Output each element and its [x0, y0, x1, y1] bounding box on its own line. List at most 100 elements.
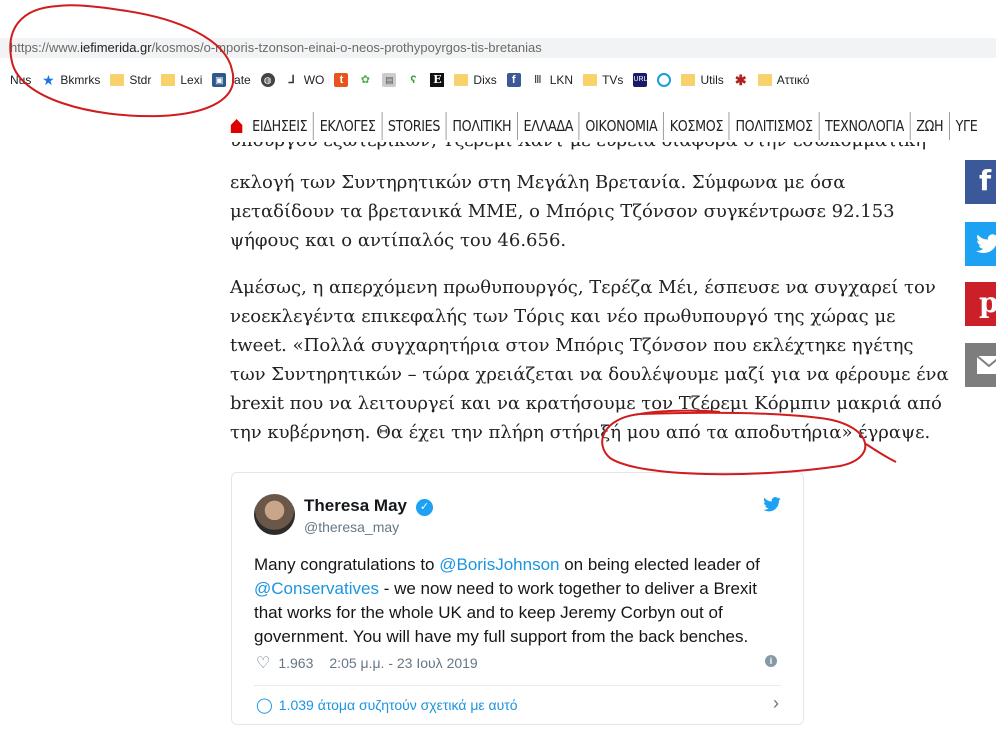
bookmark-label: Αττικό — [776, 73, 810, 87]
wo-icon: ⅃ — [288, 74, 295, 86]
share-twitter-button[interactable] — [965, 222, 996, 266]
t-icon: t — [334, 73, 349, 87]
bookmark-label: LKN — [549, 73, 574, 87]
bookmark-e[interactable]: E — [430, 73, 445, 87]
share-facebook-button[interactable]: f — [965, 160, 996, 204]
tweet-author-name[interactable]: Theresa May — [304, 496, 407, 516]
bookmark-attiko[interactable]: Αττικό — [757, 73, 810, 87]
mention-link[interactable]: @BorisJohnson — [439, 555, 559, 574]
columns-icon: Ⅲ — [533, 74, 542, 86]
share-email-button[interactable] — [965, 343, 996, 387]
bookmark-label: Lexi — [180, 73, 203, 87]
folder-icon — [583, 74, 598, 86]
bookmarks-bar: Nus ★ Bkmrks Stdr Lexi ▣ iate ◍ ⅃ WO t ✿ ▤ … — [0, 66, 996, 94]
folder-icon — [110, 74, 125, 86]
tweet-text-part: Many congratulations to — [254, 555, 440, 574]
like-heart-icon[interactable]: ♡ — [256, 653, 270, 673]
snake-icon: ʕ — [410, 74, 417, 86]
bookmark-label: Nus — [10, 73, 32, 87]
site-nav: ΕΙΔΗΣΕΙΣ ΕΚΛΟΓΕΣ STORIES ΠΟΛΙΤΙΚΗ ΕΛΛΑΔΑ… — [230, 110, 983, 142]
e-icon: E — [430, 73, 445, 87]
bookmark-facebook[interactable]: f — [506, 73, 521, 87]
tweet-meta: ♡ 1.963 2:05 μ.μ. - 23 Ιουλ 2019 — [256, 653, 478, 673]
nav-stories[interactable]: STORIES — [381, 112, 446, 140]
bookmark-tinyurl[interactable]: URL — [633, 73, 647, 87]
nav-ygeia[interactable]: ΥΓΕ — [949, 112, 983, 140]
bookmark-label: TVs — [602, 73, 624, 87]
nav-politiki[interactable]: ΠΟΛΙΤΙΚΗ — [445, 112, 517, 140]
speech-bubble-icon: ◯ — [256, 697, 273, 714]
bookmark-t[interactable]: t — [334, 73, 349, 87]
bookmark-label: Stdr — [129, 73, 152, 87]
bookmark-printer[interactable]: ▤ — [382, 73, 397, 87]
nav-oikonomia[interactable]: ΟΙΚΟΝΟΜΙΑ — [578, 112, 663, 140]
frog-icon: ✿ — [360, 74, 371, 86]
avatar[interactable] — [254, 494, 295, 535]
info-icon[interactable]: i — [765, 655, 777, 667]
folder-icon — [757, 74, 772, 86]
bookmark-globe[interactable]: ◍ — [260, 73, 275, 87]
verified-badge-icon: ✓ — [416, 499, 433, 516]
printer-icon: ▤ — [382, 73, 397, 87]
nav-texnologia[interactable]: ΤΕΧΝΟΛΟΓΙΑ — [818, 112, 909, 140]
bookmark-label: WO — [303, 73, 325, 87]
annotation-circle-url — [9, 4, 235, 118]
url-domain: iefimerida.gr — [80, 40, 152, 55]
bookmark-lexi[interactable]: Lexi — [161, 73, 202, 87]
facebook-icon: f — [979, 164, 992, 197]
bookmark-lkn[interactable]: Ⅲ LKN — [531, 73, 573, 87]
embedded-tweet: Theresa May ✓ @theresa_may Many congratu… — [231, 472, 804, 725]
mention-link[interactable]: @Conservatives — [254, 579, 379, 598]
tweet-text: Many congratulations to @BorisJohnson on… — [254, 553, 789, 649]
chevron-right-icon[interactable]: › — [773, 693, 779, 714]
tweet-timestamp[interactable]: 2:05 μ.μ. - 23 Ιουλ 2019 — [329, 655, 477, 671]
bookmark-iate[interactable]: ▣ iate — [212, 73, 251, 87]
bookmark-nus[interactable]: Nus — [10, 73, 31, 87]
bookmark-wo[interactable]: ⅃ WO — [285, 73, 325, 87]
nav-ellada[interactable]: ΕΛΛΑΔΑ — [516, 112, 579, 140]
twitter-logo-icon[interactable] — [762, 497, 782, 513]
tinyurl-icon: URL — [633, 73, 647, 87]
bookmark-stdr[interactable]: Stdr — [110, 73, 151, 87]
article-paragraph-2: Αμέσως, η απερχόμενη πρωθυπουργός, Τερέζ… — [230, 277, 949, 443]
conversation-count-text: 1.039 άτομα συζητούν σχετικά με αυτό — [278, 697, 518, 713]
article-body: εκλογή των Συντηρητικών στη Μεγάλη Βρετα… — [230, 168, 954, 465]
bookmark-label: Utils — [700, 73, 724, 87]
folder-icon — [454, 74, 469, 86]
globe-icon: ◍ — [260, 73, 275, 87]
nav-zoi[interactable]: ΖΩΗ — [909, 112, 949, 140]
circle-icon — [657, 73, 672, 87]
bookmark-utils[interactable]: Utils — [681, 73, 724, 87]
share-pinterest-button[interactable]: p — [965, 282, 996, 326]
bookmark-asterisk[interactable]: ✱ — [734, 73, 748, 87]
nav-politismos[interactable]: ΠΟΛΙΤΙΣΜΟΣ — [728, 112, 819, 140]
home-icon[interactable] — [230, 118, 243, 134]
nav-kosmos[interactable]: ΚΟΣΜΟΣ — [663, 112, 729, 140]
folder-icon — [681, 74, 696, 86]
envelope-icon — [977, 356, 996, 374]
bookmark-bkmrks[interactable]: ★ Bkmrks — [41, 73, 100, 87]
bookmark-label: Dixs — [473, 73, 497, 87]
bookmark-tvs[interactable]: TVs — [583, 73, 623, 87]
address-bar[interactable]: https://www.iefimerida.gr/kosmos/o-mpori… — [0, 38, 996, 58]
tweet-conversation-link[interactable]: ◯ 1.039 άτομα συζητούν σχετικά με αυτό — [256, 696, 518, 714]
nav-eidiseis[interactable]: ΕΙΔΗΣΕΙΣ — [250, 112, 313, 140]
divider — [254, 685, 781, 686]
bookmark-snake[interactable]: ʕ — [406, 73, 420, 87]
bookmark-circle[interactable] — [657, 73, 672, 87]
pinterest-icon: p — [979, 286, 996, 319]
bookmark-label: iate — [231, 73, 251, 87]
gift-icon: ▣ — [212, 73, 227, 87]
bookmark-frog[interactable]: ✿ — [358, 73, 372, 87]
star-icon: ★ — [42, 72, 55, 88]
asterisk-icon: ✱ — [734, 72, 747, 88]
bookmark-dixs[interactable]: Dixs — [454, 73, 497, 87]
like-count[interactable]: 1.963 — [278, 655, 313, 671]
tweet-author-handle[interactable]: @theresa_may — [304, 519, 399, 535]
bookmark-label: Bkmrks — [60, 73, 101, 87]
tweet-text-part: on being elected leader of — [559, 555, 760, 574]
folder-icon — [161, 74, 176, 86]
nav-ekloges[interactable]: ΕΚΛΟΓΕΣ — [313, 112, 381, 140]
article-partial-line: υπουργού εξωτερικών, Τζέρεμι Χαντ με ευρ… — [230, 142, 926, 151]
url-path: /kosmos/o-mporis-tzonson-einai-o-neos-pr… — [151, 40, 542, 55]
